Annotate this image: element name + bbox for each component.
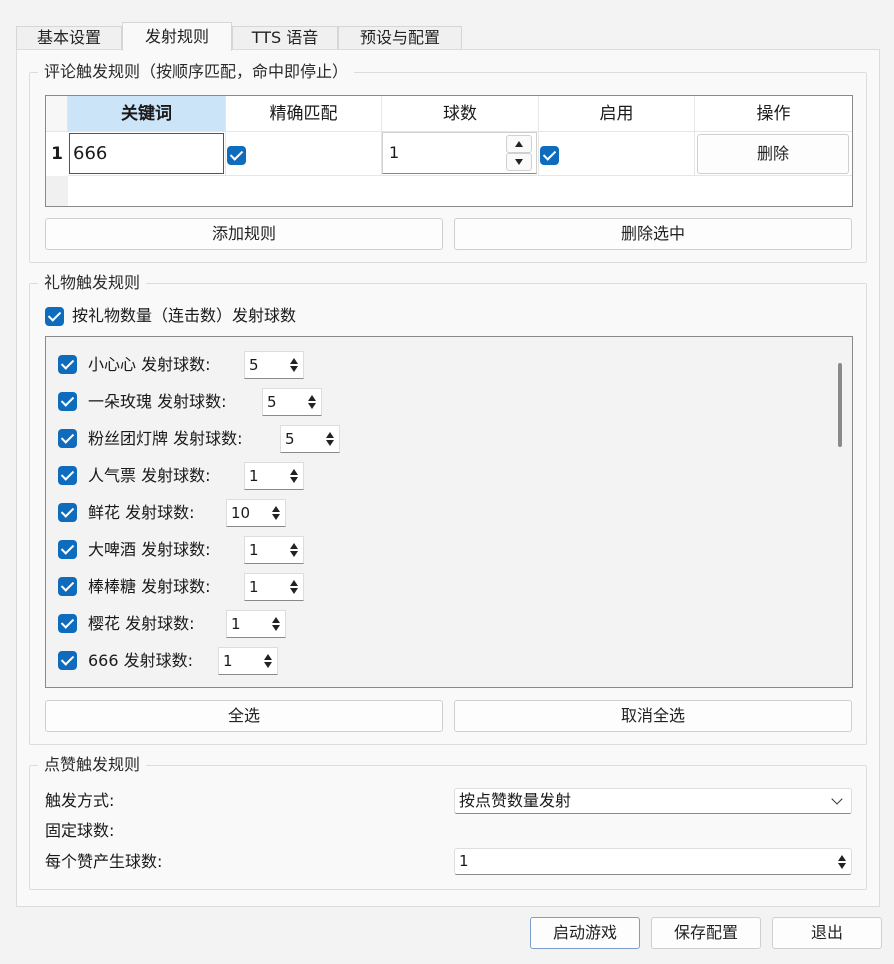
gift-balls-spinbox[interactable]: 1 (218, 647, 278, 675)
keyword-value: 666 (73, 143, 108, 164)
gift-balls-spinbox[interactable]: 10 (226, 499, 286, 527)
gift-by-count-label[interactable]: 按礼物数量（连击数）发射球数 (72, 305, 296, 327)
spin-arrows[interactable] (267, 611, 285, 637)
gift-name: 鲜花 发射球数: (88, 503, 195, 522)
gift-by-count-checkbox[interactable] (45, 307, 64, 326)
column-header-action[interactable]: 操作 (695, 96, 852, 132)
gift-checkbox[interactable] (58, 392, 77, 411)
table-corner (46, 96, 68, 132)
spin-arrows[interactable] (285, 463, 303, 489)
add-rule-button[interactable]: 添加规则 (45, 218, 443, 250)
tab-bar: 基本设置 发射规则 TTS 语音 预设与配置 (16, 22, 466, 51)
deselect-all-button[interactable]: 取消全选 (454, 700, 852, 732)
gift-balls-spinbox[interactable]: 1 (244, 536, 304, 564)
gift-balls-value: 5 (285, 430, 295, 448)
column-header-exact[interactable]: 精确匹配 (226, 96, 382, 132)
gift-checkbox[interactable] (58, 577, 77, 596)
gift-name: 666 发射球数: (88, 651, 194, 670)
gift-balls-value: 5 (249, 356, 259, 374)
balls-cell[interactable]: 1 (382, 132, 539, 176)
gift-balls-value: 1 (231, 615, 241, 633)
delete-selected-button[interactable]: 删除选中 (454, 218, 852, 250)
exact-cell[interactable] (226, 132, 382, 176)
per-like-spinbox[interactable]: 1 (454, 848, 852, 875)
empty-row-header (46, 176, 68, 206)
gift-balls-spinbox[interactable]: 5 (262, 388, 322, 416)
gift-balls-value: 5 (267, 393, 277, 411)
gift-name: 人气票 发射球数: (88, 466, 211, 485)
gift-name: 小心心 发射球数: (88, 355, 211, 374)
chevron-down-icon (831, 793, 843, 805)
comment-rules-title: 评论触发规则（按顺序匹配，命中即停止） (38, 61, 355, 83)
gift-balls-spinbox[interactable]: 5 (244, 351, 304, 379)
spin-arrows[interactable] (285, 574, 303, 600)
gift-name: 一朵玫瑰 发射球数: (88, 392, 227, 411)
spin-arrows[interactable] (833, 849, 851, 874)
select-all-button[interactable]: 全选 (45, 700, 443, 732)
spin-arrows[interactable] (303, 389, 321, 415)
gift-balls-value: 1 (249, 467, 259, 485)
tab-panel: 评论触发规则（按顺序匹配，命中即停止） 关键词 精确匹配 球数 启用 操作 1 … (16, 49, 880, 907)
gift-balls-spinbox[interactable]: 1 (244, 573, 304, 601)
spin-arrows[interactable] (285, 352, 303, 378)
enabled-checkbox[interactable] (540, 146, 559, 165)
balls-spinbox[interactable]: 1 (382, 132, 537, 174)
gift-balls-spinbox[interactable]: 1 (244, 462, 304, 490)
trigger-mode-select[interactable]: 按点赞数量发射 (454, 788, 852, 814)
gift-balls-spinbox[interactable]: 1 (226, 610, 286, 638)
tab-tts-voice[interactable]: TTS 语音 (232, 26, 338, 50)
gift-checkbox[interactable] (58, 540, 77, 559)
action-cell: 删除 (695, 132, 852, 176)
gift-balls-value: 1 (249, 541, 259, 559)
trigger-mode-value: 按点赞数量发射 (459, 791, 572, 810)
trigger-mode-label: 触发方式: (45, 791, 115, 810)
gift-balls-value: 1 (249, 578, 259, 596)
gift-balls-value: 1 (223, 652, 233, 670)
gift-name: 粉丝团灯牌 发射球数: (88, 429, 243, 448)
spin-arrows[interactable] (259, 648, 277, 674)
per-like-label: 每个赞产生球数: (45, 852, 163, 871)
exit-button[interactable]: 退出 (772, 917, 882, 949)
gift-checkbox[interactable] (58, 466, 77, 485)
enabled-cell[interactable] (539, 132, 695, 176)
column-header-balls[interactable]: 球数 (382, 96, 539, 132)
row-index[interactable]: 1 (46, 132, 68, 176)
keyword-cell[interactable]: 666 (68, 132, 226, 176)
spin-arrows[interactable] (267, 500, 285, 526)
like-rules-title: 点赞触发规则 (38, 754, 147, 776)
gift-checkbox[interactable] (58, 614, 77, 633)
gift-list[interactable]: 小心心 发射球数: 5 一朵玫瑰 发射球数: 5 粉丝团灯牌 发射球数: 5 人… (45, 336, 853, 688)
spin-arrows[interactable] (285, 537, 303, 563)
start-game-button[interactable]: 启动游戏 (530, 917, 640, 949)
gift-checkbox[interactable] (58, 503, 77, 522)
spin-up-button[interactable] (506, 135, 532, 153)
gift-rules-title: 礼物触发规则 (38, 272, 147, 294)
balls-value: 1 (389, 143, 400, 162)
fixed-balls-label: 固定球数: (45, 821, 115, 840)
gift-checkbox[interactable] (58, 429, 77, 448)
gift-list-scrollbar[interactable] (838, 363, 842, 447)
spin-down-button[interactable] (506, 153, 532, 171)
tab-basic-settings[interactable]: 基本设置 (16, 26, 122, 50)
column-header-keyword[interactable]: 关键词 (68, 96, 226, 132)
tab-presets-config[interactable]: 预设与配置 (338, 26, 462, 50)
comment-rules-table: 关键词 精确匹配 球数 启用 操作 1 666 1 删除 (45, 95, 853, 207)
gift-checkbox[interactable] (58, 355, 77, 374)
gift-checkbox[interactable] (58, 651, 77, 670)
delete-row-button[interactable]: 删除 (697, 134, 849, 174)
gift-balls-spinbox[interactable]: 5 (280, 425, 340, 453)
column-header-enabled[interactable]: 启用 (539, 96, 695, 132)
exact-match-checkbox[interactable] (227, 146, 246, 165)
gift-name: 大啤酒 发射球数: (88, 540, 211, 559)
gift-name: 棒棒糖 发射球数: (88, 577, 211, 596)
save-config-button[interactable]: 保存配置 (651, 917, 761, 949)
keyword-editor[interactable]: 666 (69, 133, 224, 174)
spin-arrows[interactable] (321, 426, 339, 452)
tab-launch-rules[interactable]: 发射规则 (122, 22, 232, 51)
gift-balls-value: 10 (231, 504, 251, 522)
per-like-value: 1 (459, 852, 469, 870)
gift-name: 樱花 发射球数: (88, 614, 195, 633)
